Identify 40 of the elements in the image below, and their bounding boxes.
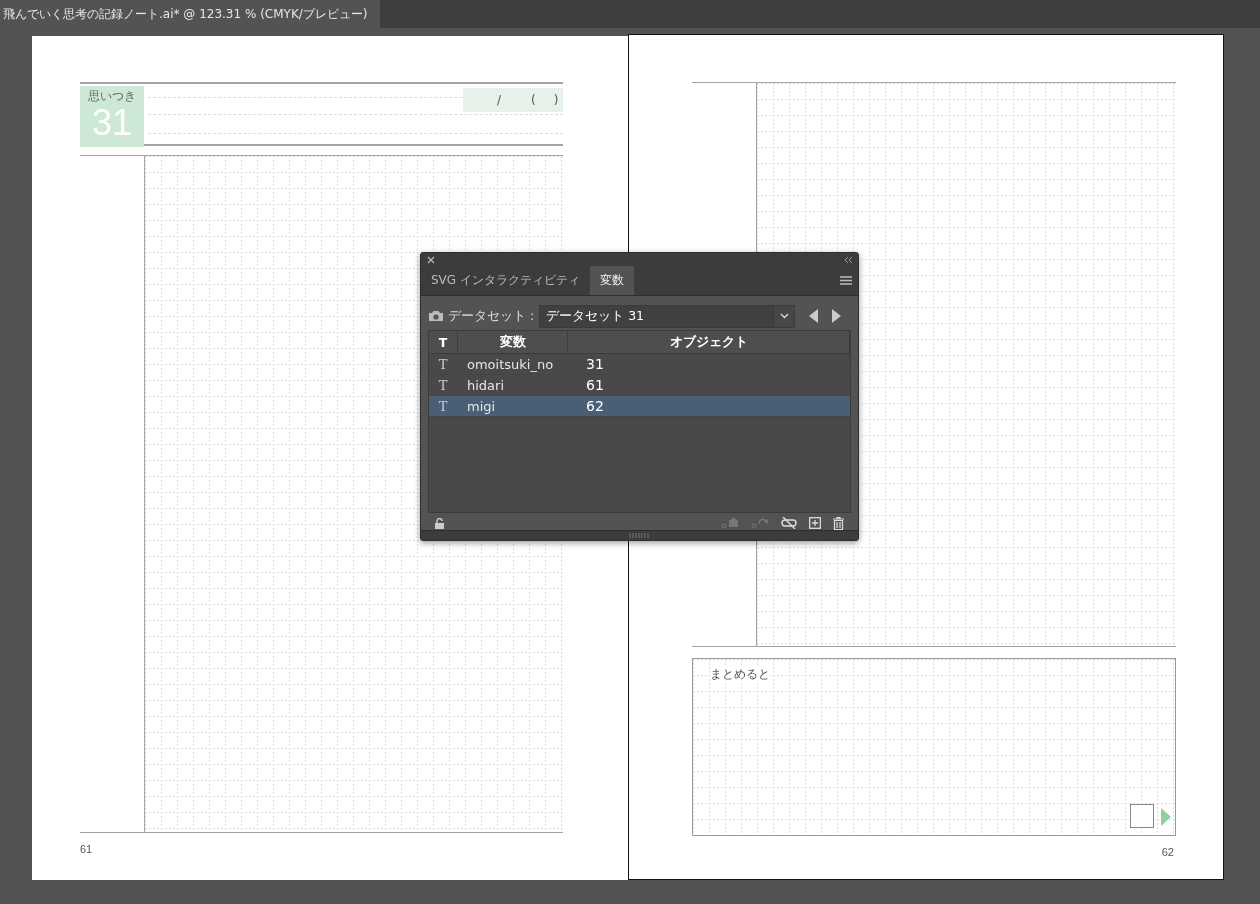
checkbox[interactable] bbox=[1130, 804, 1154, 828]
variable-name: hidari bbox=[466, 377, 506, 393]
resize-grip-icon[interactable] bbox=[628, 533, 651, 538]
menu-icon[interactable] bbox=[840, 276, 852, 285]
camera-icon[interactable] bbox=[428, 310, 444, 322]
unlink-icon[interactable] bbox=[781, 517, 797, 529]
text-type-icon: T bbox=[429, 356, 457, 372]
object-value: 62 bbox=[585, 398, 605, 414]
column-header[interactable]: 変数 bbox=[458, 331, 568, 353]
text-type-icon: T bbox=[429, 377, 457, 393]
panel-tab[interactable]: 変数 bbox=[589, 266, 634, 295]
triangle-icon bbox=[1161, 808, 1171, 826]
close-icon[interactable] bbox=[427, 255, 435, 264]
date-mark: ( bbox=[531, 93, 536, 107]
date-mark: ) bbox=[553, 93, 559, 107]
document-tab[interactable]: 飛んでいく思考の記録ノート.ai* @ 123.31 % (CMYK/プレビュー) bbox=[0, 0, 380, 28]
new-icon[interactable] bbox=[809, 517, 821, 529]
dataset-dropdown[interactable]: データセット 31 bbox=[539, 304, 796, 328]
column-header[interactable]: T bbox=[429, 331, 458, 353]
dataset-label: データセット : bbox=[448, 307, 535, 325]
idea-label: 思いつき bbox=[88, 89, 136, 104]
variable-name: omoitsuki_no bbox=[466, 356, 555, 372]
variable-name: migi bbox=[466, 398, 497, 414]
variable-row[interactable]: T migi 62 bbox=[429, 396, 850, 417]
text-type-icon: T bbox=[429, 398, 457, 414]
page-number: 62 bbox=[1160, 846, 1175, 858]
lock-icon[interactable] bbox=[435, 517, 444, 529]
chevron-down-icon bbox=[779, 313, 789, 319]
date-mark: / bbox=[497, 93, 502, 107]
collapse-icon[interactable] bbox=[844, 256, 852, 263]
summary-label: まとめると bbox=[710, 666, 770, 683]
variable-row[interactable]: T omoitsuki_no 31 bbox=[429, 354, 850, 375]
object-value: 61 bbox=[585, 377, 605, 393]
next-icon[interactable] bbox=[832, 309, 842, 323]
previous-icon[interactable] bbox=[809, 309, 819, 323]
panel-tab[interactable]: SVG インタラクティビティ bbox=[421, 266, 590, 295]
trash-icon[interactable] bbox=[833, 516, 844, 530]
page-number: 61 bbox=[80, 843, 94, 855]
column-header[interactable]: オブジェクト bbox=[568, 331, 850, 353]
object-value: 31 bbox=[585, 356, 605, 372]
